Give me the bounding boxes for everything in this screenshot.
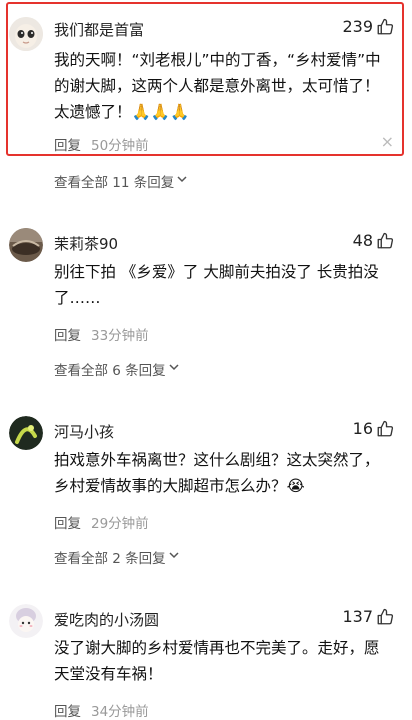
comment-text: 别往下拍 《乡爱》了 大脚前夫拍没了 长贵拍没了…… <box>54 263 379 307</box>
thumbs-up-icon <box>376 608 394 626</box>
avatar[interactable] <box>9 228 43 262</box>
thumbs-up-icon <box>376 420 394 438</box>
reply-button[interactable]: 回复 <box>54 512 81 532</box>
reply-button[interactable]: 回复 <box>54 134 81 154</box>
view-all-label: 查看全部 6 条回复 <box>54 363 166 379</box>
comment-meta: 回复 33分钟前 <box>54 324 149 344</box>
comment-meta: 回复 29分钟前 <box>54 512 149 532</box>
chevron-down-icon <box>168 549 180 565</box>
comment-meta: 回复 50分钟前 <box>54 134 149 154</box>
view-all-replies-link[interactable]: 查看全部 11 条回复 <box>54 171 188 191</box>
timestamp: 50分钟前 <box>91 138 149 154</box>
like-count: 137 <box>342 607 373 626</box>
timestamp: 33分钟前 <box>91 328 149 344</box>
comment-item: 茉莉茶90 48 别往下拍 《乡爱》了 大脚前夫拍没了 长贵拍没了…… 回复 3… <box>0 222 412 392</box>
comment-text: 我的天啊！“刘老根儿”中的丁香，“乡村爱情”中的谢大脚，这两个人都是意外离世，太… <box>54 51 381 121</box>
chevron-down-icon <box>176 173 188 189</box>
comment-item: 爱吃肉的小汤圆 137 没了谢大脚的乡村爱情再也不完美了。走好，愿天堂没有车祸！… <box>0 598 412 720</box>
like-count: 239 <box>342 17 373 36</box>
view-all-label: 查看全部 11 条回复 <box>54 175 175 191</box>
comment-item: 我们都是首富 239 我的天啊！“刘老根儿”中的丁香，“乡村爱情”中的谢大脚，这… <box>0 0 412 200</box>
username[interactable]: 茉莉茶90 <box>54 233 118 254</box>
timestamp: 34分钟前 <box>91 704 149 720</box>
view-all-replies-link[interactable]: 查看全部 2 条回复 <box>54 547 180 567</box>
thumbs-up-icon <box>376 18 394 36</box>
like-count: 16 <box>352 419 373 438</box>
close-icon[interactable]: × <box>381 132 394 151</box>
comment-text: 拍戏意外车祸离世？这什么剧组？这太突然了，乡村爱情故事的大脚超市怎么办？😭 <box>54 451 380 495</box>
view-all-replies-link[interactable]: 查看全部 6 条回复 <box>54 359 180 379</box>
reply-button[interactable]: 回复 <box>54 324 81 344</box>
avatar[interactable] <box>9 604 43 638</box>
username[interactable]: 爱吃肉的小汤圆 <box>54 609 159 630</box>
chevron-down-icon <box>168 361 180 377</box>
avatar[interactable] <box>9 17 43 51</box>
comment-text: 没了谢大脚的乡村爱情再也不完美了。走好，愿天堂没有车祸！ <box>54 639 380 683</box>
like-count: 48 <box>352 231 373 250</box>
comment-item: 河马小孩 16 拍戏意外车祸离世？这什么剧组？这太突然了，乡村爱情故事的大脚超市… <box>0 410 412 580</box>
avatar[interactable] <box>9 416 43 450</box>
timestamp: 29分钟前 <box>91 516 149 532</box>
like-button[interactable]: 48 <box>353 231 394 250</box>
like-button[interactable]: 16 <box>353 419 394 438</box>
like-button[interactable]: 239 <box>342 17 394 36</box>
username[interactable]: 我们都是首富 <box>54 19 144 40</box>
view-all-label: 查看全部 2 条回复 <box>54 551 166 567</box>
like-button[interactable]: 137 <box>342 607 394 626</box>
thumbs-up-icon <box>376 232 394 250</box>
comment-meta: 回复 34分钟前 <box>54 700 149 720</box>
reply-button[interactable]: 回复 <box>54 700 81 720</box>
username[interactable]: 河马小孩 <box>54 421 114 442</box>
